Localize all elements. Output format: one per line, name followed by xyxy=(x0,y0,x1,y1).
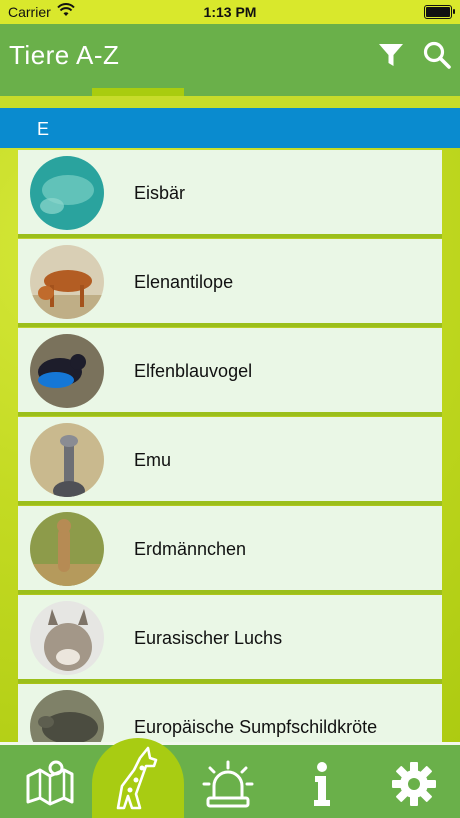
search-icon[interactable] xyxy=(422,40,452,70)
map-icon xyxy=(26,760,74,806)
settings-icon xyxy=(392,762,436,806)
animal-name: Erdmännchen xyxy=(134,539,247,559)
animal-photo xyxy=(30,601,104,675)
animal-photo xyxy=(30,423,104,497)
tab-indicator xyxy=(92,88,184,96)
list-item[interactable]: Elenantilope xyxy=(18,239,442,327)
animal-name: Elenantilope xyxy=(134,272,234,292)
animal-photo xyxy=(30,690,104,742)
info-icon xyxy=(314,762,330,806)
status-bar: Carrier 1:13 PM xyxy=(0,0,460,24)
header-underlay xyxy=(0,96,460,108)
animal-photo xyxy=(30,156,104,230)
giraffe-icon xyxy=(116,746,158,810)
animal-list[interactable]: Eisbär Elenantilope Elfenblauvogel Emu E… xyxy=(18,150,442,742)
animal-photo xyxy=(30,334,104,408)
list-item[interactable]: Eurasischer Luchs xyxy=(18,595,442,683)
alarm-tab[interactable] xyxy=(198,752,258,812)
app-header: Tiere A-Z xyxy=(0,24,460,96)
map-tab[interactable] xyxy=(20,752,80,812)
list-item[interactable]: Emu xyxy=(18,417,442,505)
section-header: E xyxy=(0,108,460,148)
animal-name: Europäische Sumpfschildkröte xyxy=(134,717,378,737)
animal-name: Elfenblauvogel xyxy=(134,361,253,381)
animal-name: Eurasischer Luchs xyxy=(134,628,283,648)
bottom-nav xyxy=(0,738,460,818)
animal-name: Emu xyxy=(134,450,172,470)
section-letter: E xyxy=(37,119,50,139)
list-item[interactable]: Eisbär xyxy=(18,150,442,238)
animal-photo xyxy=(30,245,104,319)
settings-tab[interactable] xyxy=(384,752,444,812)
animals-tab[interactable] xyxy=(92,738,184,818)
alarm-icon xyxy=(202,760,254,808)
page-title: Tiere A-Z xyxy=(9,40,120,70)
list-item[interactable]: Elfenblauvogel xyxy=(18,328,442,416)
clock: 1:13 PM xyxy=(203,4,257,20)
battery-icon xyxy=(424,5,455,19)
animal-photo xyxy=(30,512,104,586)
animal-name: Eisbär xyxy=(134,183,186,203)
list-item[interactable]: Europäische Sumpfschildkröte xyxy=(18,684,442,742)
filter-icon[interactable] xyxy=(376,40,406,70)
list-item[interactable]: Erdmännchen xyxy=(18,506,442,594)
info-tab[interactable] xyxy=(292,752,352,812)
